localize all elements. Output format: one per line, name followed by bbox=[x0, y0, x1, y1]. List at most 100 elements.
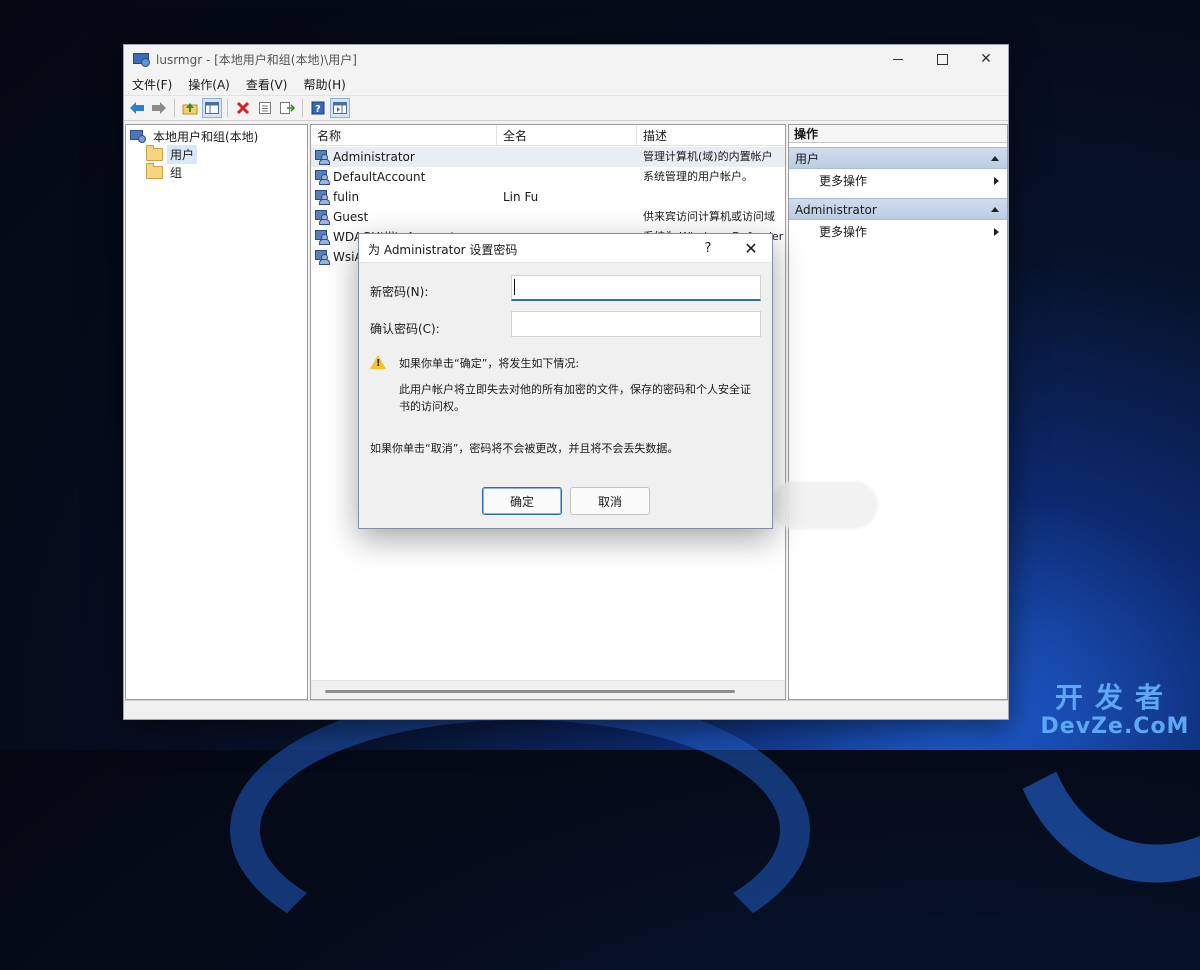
cancel-button[interactable]: 取消 bbox=[570, 487, 650, 515]
warning-heading: 如果你单击“确定”，将发生如下情况: bbox=[399, 357, 580, 370]
row-description: 管理计算机(域)的内置帐户 bbox=[643, 150, 773, 163]
export-list-icon bbox=[280, 102, 295, 114]
warning-exclamation: ! bbox=[376, 358, 381, 369]
action-section-users[interactable]: 用户 bbox=[789, 147, 1007, 169]
warning-body: 此用户帐户将立即失去对他的所有加密的文件，保存的密码和个人安全证书的访问权。 bbox=[399, 383, 751, 413]
dialog-title-bar: 为 Administrator 设置密码 ? ✕ bbox=[359, 234, 772, 263]
help-icon: ? bbox=[704, 240, 712, 256]
window-title: lusrmgr - [本地用户和组(本地)\用户] bbox=[156, 52, 357, 67]
tree-item-label: 组 bbox=[170, 165, 183, 180]
back-arrow-icon bbox=[130, 102, 144, 114]
console-tree-icon bbox=[205, 102, 219, 114]
user-account-icon bbox=[315, 209, 330, 225]
user-account-icon bbox=[315, 169, 330, 185]
tree-item-root[interactable]: 本地用户和组(本地) bbox=[130, 127, 261, 145]
maximize-button[interactable] bbox=[920, 45, 964, 73]
table-row[interactable]: Guest 供来宾访问计算机或访问域 bbox=[311, 207, 785, 227]
menu-action[interactable]: 操作(A) bbox=[180, 76, 238, 93]
menu-bar: 文件(F) 操作(A) 查看(V) 帮助(H) bbox=[124, 73, 1008, 95]
up-level-button[interactable] bbox=[180, 98, 200, 118]
show-hide-console-tree-button[interactable] bbox=[202, 98, 222, 118]
dialog-close-button[interactable]: ✕ bbox=[739, 236, 763, 260]
collapse-up-icon bbox=[991, 207, 999, 212]
ok-button[interactable]: 确定 bbox=[482, 487, 562, 515]
row-description: 系统管理的用户帐户。 bbox=[643, 170, 753, 183]
set-password-dialog: 为 Administrator 设置密码 ? ✕ 新密码(N): 确认密码(C)… bbox=[358, 233, 773, 529]
action-section-label: 用户 bbox=[795, 152, 820, 166]
row-description: 供来宾访问计算机或访问域 bbox=[643, 210, 775, 223]
dialog-title: 为 Administrator 设置密码 bbox=[368, 243, 518, 257]
forward-button[interactable] bbox=[149, 98, 169, 118]
dialog-help-button[interactable]: ? bbox=[697, 236, 719, 260]
toolbar: ? bbox=[124, 95, 1008, 121]
export-list-button[interactable] bbox=[277, 98, 297, 118]
title-bar: lusrmgr - [本地用户和组(本地)\用户] ✕ bbox=[124, 45, 1008, 73]
toolbar-separator bbox=[227, 99, 228, 117]
svg-text:?: ? bbox=[315, 104, 321, 115]
properties-icon bbox=[259, 102, 271, 114]
actions-pane-title: 操作 bbox=[789, 125, 1007, 143]
row-name: DefaultAccount bbox=[333, 170, 426, 184]
toolbar-separator bbox=[174, 99, 175, 117]
wallpaper-swirl bbox=[230, 690, 810, 970]
lusrmgr-app-icon bbox=[132, 51, 150, 67]
menu-help[interactable]: 帮助(H) bbox=[295, 76, 353, 93]
folder-icon bbox=[146, 144, 163, 161]
folder-up-icon bbox=[182, 103, 198, 115]
confirm-password-input[interactable] bbox=[511, 311, 761, 337]
tree-item-users[interactable]: 用户 bbox=[146, 144, 198, 164]
action-more-actions[interactable]: 更多操作 bbox=[789, 170, 1007, 192]
cancel-note: 如果你单击“取消”，密码将不会被更改，并且将不会丢失数据。 bbox=[370, 442, 679, 455]
watermark-line1: 开发者 bbox=[1054, 681, 1175, 714]
new-password-label: 新密码(N): bbox=[370, 285, 429, 299]
action-section-administrator[interactable]: Administrator bbox=[789, 198, 1007, 220]
row-fullname bbox=[503, 167, 635, 187]
column-header-description[interactable]: 描述 bbox=[637, 125, 785, 146]
toolbar-separator bbox=[302, 99, 303, 117]
help-book-icon: ? bbox=[311, 101, 325, 115]
tree-item-label: 用户 bbox=[167, 144, 198, 164]
show-hide-action-pane-button[interactable] bbox=[330, 98, 350, 118]
delete-button[interactable] bbox=[233, 98, 253, 118]
submenu-arrow-icon bbox=[994, 177, 999, 185]
user-account-icon bbox=[315, 189, 330, 205]
user-account-icon bbox=[315, 229, 330, 245]
row-description bbox=[643, 187, 785, 207]
user-account-icon bbox=[315, 249, 330, 265]
column-header-name[interactable]: 名称 bbox=[311, 125, 497, 146]
close-button[interactable]: ✕ bbox=[964, 45, 1008, 73]
forward-arrow-icon bbox=[152, 102, 166, 114]
submenu-arrow-icon bbox=[994, 228, 999, 236]
row-fullname bbox=[503, 207, 635, 227]
row-name: Administrator bbox=[333, 150, 415, 164]
text-caret bbox=[514, 279, 515, 295]
back-button[interactable] bbox=[127, 98, 147, 118]
table-row[interactable]: DefaultAccount 系统管理的用户帐户。 bbox=[311, 167, 785, 187]
status-bar bbox=[124, 700, 1008, 719]
row-fullname bbox=[503, 147, 635, 167]
confirm-password-label: 确认密码(C): bbox=[370, 322, 440, 336]
action-item-label: 更多操作 bbox=[819, 174, 868, 188]
help-button[interactable]: ? bbox=[308, 98, 328, 118]
close-icon: ✕ bbox=[744, 238, 758, 258]
properties-button[interactable] bbox=[255, 98, 275, 118]
action-more-actions[interactable]: 更多操作 bbox=[789, 221, 1007, 243]
tree-item-groups[interactable]: 组 bbox=[146, 162, 185, 181]
table-row[interactable]: Administrator 管理计算机(域)的内置帐户 bbox=[311, 147, 785, 167]
menu-view[interactable]: 查看(V) bbox=[238, 76, 296, 93]
menu-file[interactable]: 文件(F) bbox=[124, 76, 180, 93]
console-tree: 本地用户和组(本地) 用户 组 bbox=[125, 124, 308, 700]
tree-item-label: 本地用户和组(本地) bbox=[153, 129, 259, 144]
local-users-groups-icon bbox=[130, 129, 146, 143]
new-password-input[interactable] bbox=[511, 275, 761, 301]
site-watermark: 开发者 DevZe.CoM bbox=[1040, 682, 1190, 740]
user-account-icon bbox=[315, 149, 330, 165]
minimize-button[interactable] bbox=[876, 45, 920, 73]
horizontal-scrollbar[interactable] bbox=[325, 690, 735, 693]
overlay-glare bbox=[770, 481, 878, 529]
row-fullname: Lin Fu bbox=[503, 190, 539, 204]
column-header-fullname[interactable]: 全名 bbox=[497, 125, 637, 146]
table-row[interactable]: fulin Lin Fu bbox=[311, 187, 785, 207]
row-name: Guest bbox=[333, 210, 369, 224]
window-controls: ✕ bbox=[876, 45, 1008, 73]
